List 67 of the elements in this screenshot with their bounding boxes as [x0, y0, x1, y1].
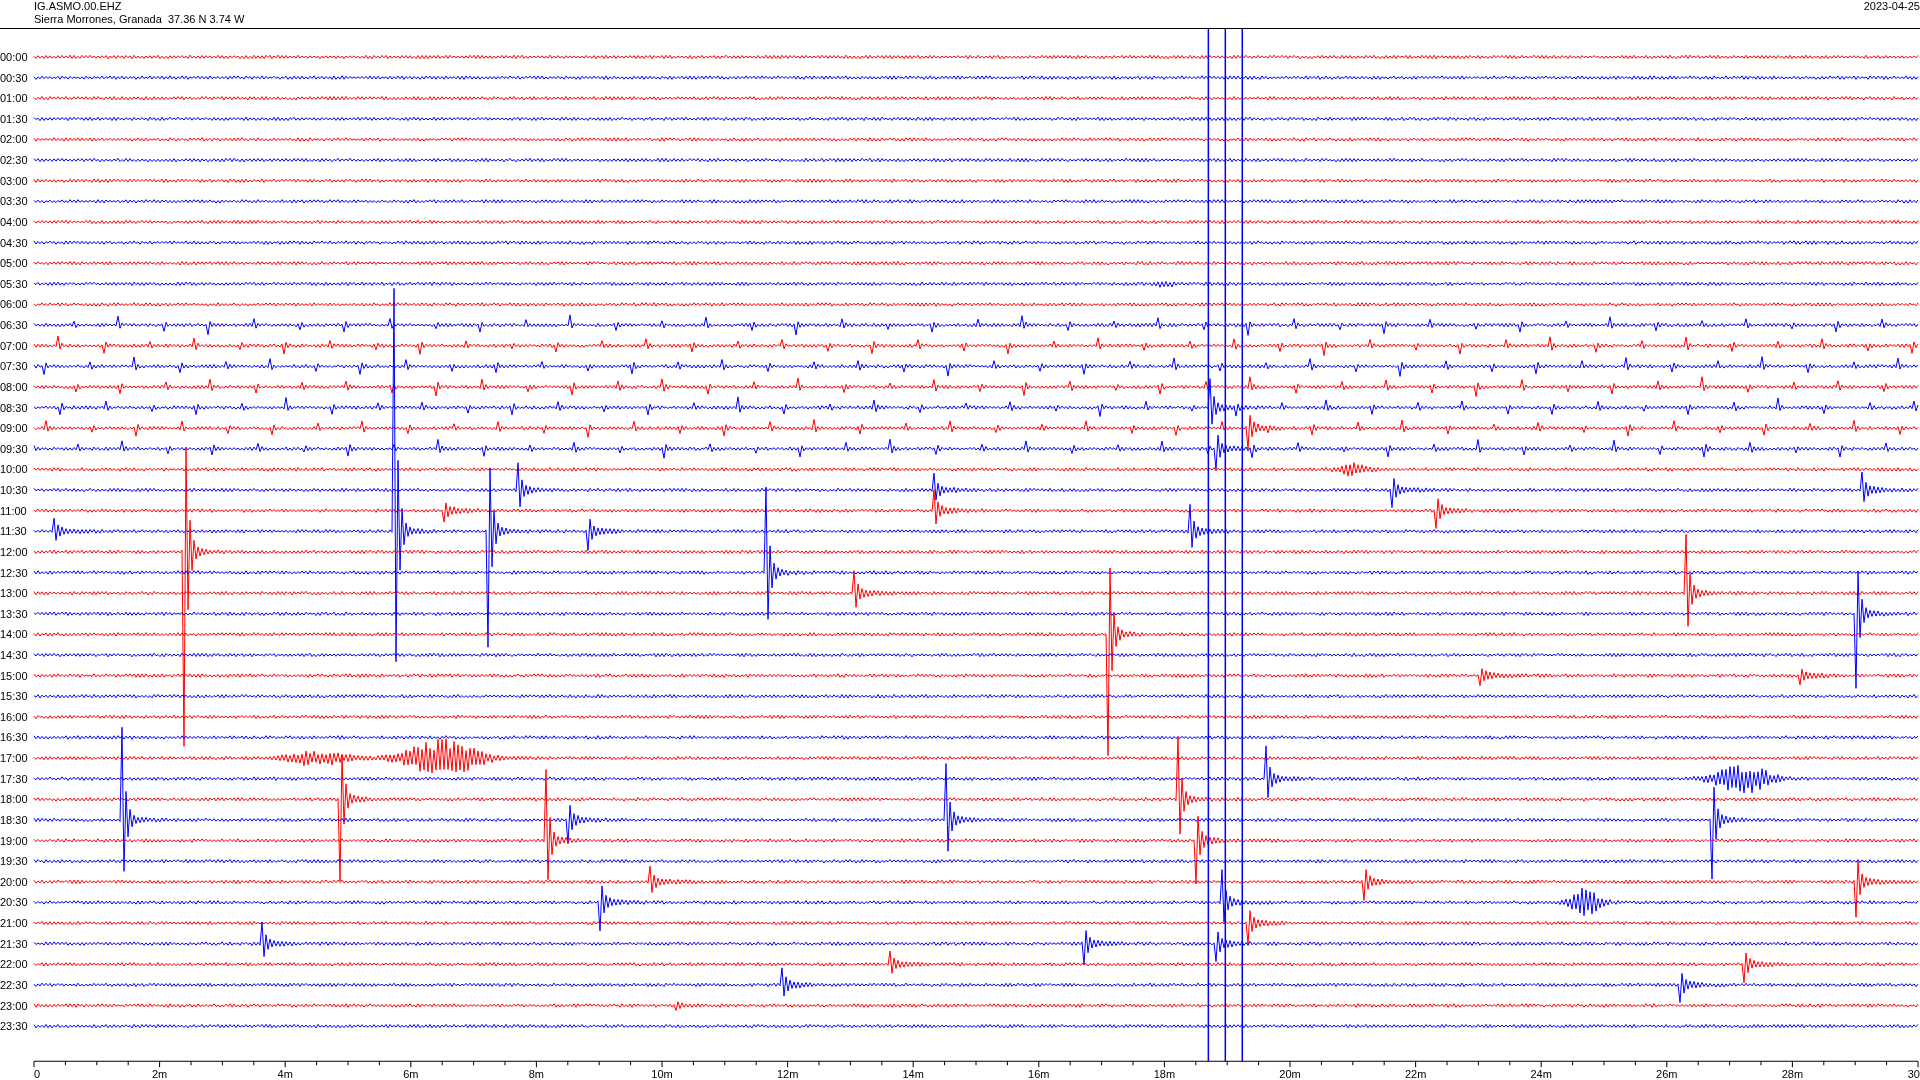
row-time-label: 18:00	[0, 793, 28, 806]
axis-tick-label: 12m	[776, 1068, 799, 1078]
row-time-label: 14:30	[0, 649, 28, 661]
row-time-label: 13:00	[0, 587, 28, 600]
row-time-label: 04:00	[0, 215, 28, 228]
axis-tick-label: 0	[34, 1068, 41, 1078]
row-time-label: 19:30	[0, 855, 28, 868]
axis-tick-label: 2m	[151, 1068, 168, 1078]
row-time-label: 11:00	[0, 504, 27, 517]
record-date: 2023-04-25	[1863, 0, 1920, 13]
row-time-label: 05:30	[0, 277, 28, 290]
row-time-label: 14:00	[0, 628, 28, 641]
row-time-label: 23:00	[0, 999, 28, 1012]
row-time-label: 07:30	[0, 360, 28, 373]
row-time-label: 02:30	[0, 154, 28, 167]
row-time-label: 13:30	[0, 607, 28, 620]
row-time-label: 12:30	[0, 566, 28, 579]
row-time-label: 21:00	[0, 917, 28, 930]
axis-tick-label: 6m	[403, 1068, 419, 1078]
row-time-label: 18:30	[0, 813, 28, 826]
row-time-label: 03:00	[0, 174, 28, 187]
axis-tick-label: 22m	[1404, 1068, 1427, 1078]
row-time-label: 08:00	[0, 380, 28, 393]
row-time-label: 16:00	[0, 710, 28, 723]
row-time-label: 00:00	[0, 51, 28, 63]
row-time-label: 17:30	[0, 772, 28, 785]
row-time-label: 23:30	[0, 1020, 28, 1033]
row-time-label: 00:30	[0, 71, 28, 84]
axis-tick-label: 14m	[902, 1068, 924, 1078]
row-time-label: 21:30	[0, 937, 28, 950]
row-time-label: 12:00	[0, 545, 28, 558]
row-time-label: 07:00	[0, 339, 28, 352]
axis-tick-label: 24m	[1530, 1068, 1552, 1078]
axis-tick-label: 10m	[651, 1068, 673, 1078]
row-time-label: 10:30	[0, 484, 28, 496]
row-time-label: 09:00	[0, 422, 28, 435]
axis-tick-label: 18m	[1153, 1068, 1176, 1078]
row-time-label: 22:30	[0, 978, 28, 991]
axis-tick-label: 20m	[1279, 1068, 1301, 1078]
row-time-label: 08:30	[0, 401, 28, 414]
axis-tick-label: 26m	[1656, 1068, 1678, 1078]
row-time-label: 16:30	[0, 731, 28, 744]
row-time-label: 10:00	[0, 463, 28, 476]
axis-tick-label: 28m	[1781, 1068, 1804, 1078]
row-time-label: 06:30	[0, 319, 28, 332]
row-time-label: 01:30	[0, 112, 28, 125]
axis-tick-label: 4m	[277, 1068, 293, 1078]
row-time-label: 20:30	[0, 896, 28, 909]
station-location: Sierra Morrones, Granada 37.36 N 3.74 W	[34, 13, 245, 26]
row-time-label: 20:00	[0, 875, 28, 888]
row-time-label: 02:00	[0, 133, 28, 146]
row-time-label: 11:30	[0, 525, 27, 538]
row-time-label: 03:30	[0, 195, 28, 208]
row-time-label: 06:00	[0, 298, 28, 311]
row-time-label: 15:30	[0, 690, 28, 703]
row-time-label: 17:00	[0, 752, 28, 765]
row-time-label: 09:30	[0, 442, 28, 455]
row-time-label: 05:00	[0, 257, 28, 270]
row-time-label: 15:00	[0, 669, 28, 682]
station-code: IG.ASMO.00.EHZ	[34, 0, 123, 13]
axis-tick-label: 30	[1907, 1068, 1920, 1078]
row-time-label: 22:00	[0, 958, 28, 971]
row-time-label: 19:00	[0, 834, 28, 847]
row-time-label: 01:00	[0, 92, 28, 105]
axis-tick-label: 16m	[1028, 1068, 1050, 1078]
row-time-label: 04:30	[0, 236, 28, 249]
axis-tick-label: 8m	[528, 1068, 545, 1078]
